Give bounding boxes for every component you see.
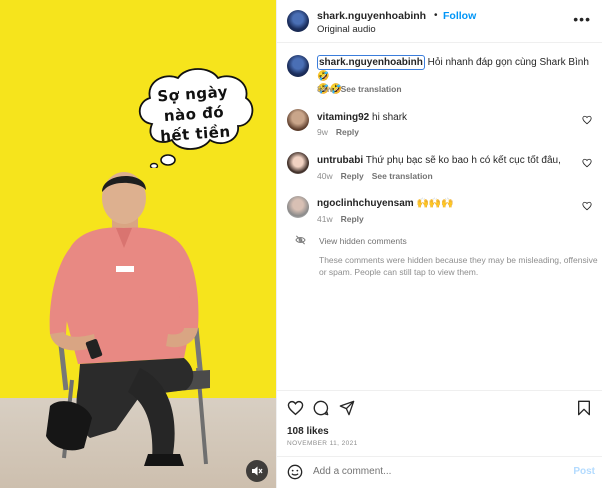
eye-slash-icon	[295, 235, 306, 245]
caption-age: 84w	[317, 84, 333, 94]
share-send-icon[interactable]	[339, 400, 355, 416]
post-header: shark.nguyenhoabinh • Follow Original au…	[277, 0, 602, 42]
comment-1-heart-icon[interactable]	[582, 115, 592, 125]
comment-3-age: 41w	[317, 214, 333, 224]
comment-avatar[interactable]	[287, 196, 309, 218]
comment-1-username[interactable]: vitaming92	[317, 112, 369, 123]
likes-count[interactable]: 108 likes	[287, 426, 329, 437]
emoji-icon[interactable]	[287, 464, 303, 480]
comment-1-meta: 9w Reply	[317, 127, 359, 137]
comment-2-age: 40w	[317, 171, 333, 181]
comment-3-username[interactable]: ngoclinhchuyensam	[317, 198, 414, 209]
author-username[interactable]: shark.nguyenhoabinh	[317, 10, 426, 22]
comment-2: untrubabi Thứ phụ bạc sẽ ko bao h có kết…	[317, 154, 567, 167]
comment-3-reply[interactable]: Reply	[341, 214, 364, 224]
comment-3-meta: 41w Reply	[317, 214, 364, 224]
comment-1-text: hi shark	[369, 112, 408, 123]
like-heart-icon[interactable]	[287, 400, 304, 416]
caption-see-translation[interactable]: See translation	[341, 84, 402, 94]
reel-video[interactable]: Sợ ngày nào đó hết tiền	[0, 0, 276, 488]
comment-3-heart-icon[interactable]	[582, 201, 592, 211]
actions-divider	[277, 390, 602, 391]
original-audio-link[interactable]: Original audio	[317, 24, 376, 35]
comment-2-see-translation[interactable]: See translation	[372, 171, 433, 181]
separator-dot: •	[434, 10, 438, 21]
bubble-caption: Sợ ngày nào đó hết tiền	[140, 80, 248, 147]
caption-meta: 84w See translation	[317, 84, 402, 94]
comment-2-meta: 40w Reply See translation	[317, 171, 433, 181]
mute-button[interactable]	[246, 460, 268, 482]
caption-avatar[interactable]	[287, 55, 309, 77]
comment-avatar[interactable]	[287, 109, 309, 131]
comments-panel: shark.nguyenhoabinh • Follow Original au…	[276, 0, 602, 488]
comment-1-reply[interactable]: Reply	[336, 127, 359, 137]
comment-1: vitaming92 hi shark	[317, 111, 557, 124]
author-avatar[interactable]	[287, 10, 309, 32]
post-viewer: Sợ ngày nào đó hết tiền shark.nguyenhoab…	[0, 0, 602, 488]
caption-username[interactable]: shark.nguyenhoabinh	[317, 55, 425, 70]
comment-2-text: Thứ phụ bạc sẽ ko bao h có kết cục tốt đ…	[363, 155, 561, 166]
comment-2-reply[interactable]: Reply	[341, 171, 364, 181]
post-comment-button[interactable]: Post	[573, 466, 595, 477]
comment-bubble-icon[interactable]	[313, 400, 329, 416]
comment-2-heart-icon[interactable]	[582, 158, 592, 168]
header-divider	[277, 42, 602, 43]
speaker-muted-icon	[252, 466, 263, 476]
add-comment-row: Add a comment... Post	[277, 456, 602, 488]
comment-avatar[interactable]	[287, 152, 309, 174]
comment-3: ngoclinhchuyensam 🙌🙌🙌	[317, 197, 567, 210]
comment-3-text: 🙌🙌🙌	[413, 198, 454, 209]
view-hidden-comments-link[interactable]: View hidden comments	[319, 236, 407, 246]
comment-2-username[interactable]: untrubabi	[317, 155, 363, 166]
hidden-comments-note: These comments were hidden because they …	[319, 255, 598, 277]
more-options-icon[interactable]: •••	[573, 11, 591, 27]
action-bar	[277, 398, 602, 420]
seated-man	[46, 172, 210, 466]
follow-button[interactable]: Follow	[443, 10, 476, 22]
add-comment-input[interactable]: Add a comment...	[313, 466, 553, 477]
bookmark-icon[interactable]	[577, 400, 591, 416]
post-date[interactable]: NOVEMBER 11, 2021	[287, 440, 358, 447]
comment-1-age: 9w	[317, 127, 328, 137]
